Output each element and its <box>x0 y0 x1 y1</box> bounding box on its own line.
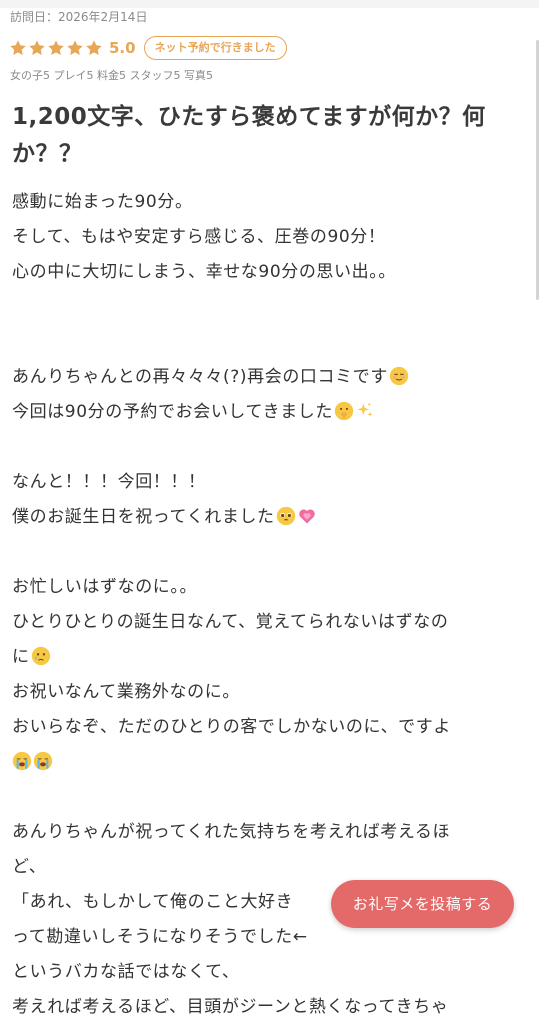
body-line: 考えれば考えるほど、目頭がジーンと熱くなってきちゃ <box>12 997 449 1017</box>
body-line: 今回は90分の予約でお会いしてきました <box>12 395 527 430</box>
star-icon <box>28 39 46 57</box>
body-line: お忙しいはずなのに。。 <box>12 577 198 597</box>
body-text: 今回は90分の予約でお会いしてきました <box>12 402 334 422</box>
body-line: 心の中に大切にしまう、幸せな90分の思い出。。 <box>12 262 396 282</box>
loudly-crying-face-icon <box>12 751 32 771</box>
sub-scores: 女の子5 プレイ5 料金5 スタッフ5 写真5 <box>10 69 213 82</box>
sparkles-icon <box>357 402 373 417</box>
star-icon <box>47 39 65 57</box>
body-line: なんと！！！今回！！！ <box>12 472 206 492</box>
post-thank-you-photo-button[interactable]: お礼写メを投稿する <box>331 880 514 928</box>
body-line: お祝いなんて業務外なのに。 <box>12 682 240 702</box>
body-text: 僕のお誕生日を祝ってくれました <box>12 507 275 527</box>
review-title: 1,200文字、ひたすら褒めてますが何か？何か？？ <box>12 104 486 167</box>
body-line <box>12 745 527 780</box>
loudly-crying-face-icon <box>33 751 53 771</box>
body-line: そして、もはや安定すら感じる、圧巻の90分！ <box>12 227 386 247</box>
shushing-face-icon <box>334 401 354 421</box>
relieved-face-icon <box>389 366 409 386</box>
face-holding-back-tears-icon <box>31 646 50 666</box>
body-line: というバカな話ではなくて、 <box>12 962 240 982</box>
body-line: おいらなぞ、ただのひとりの客でしかないのに、ですよ <box>12 717 451 737</box>
growing-heart-icon <box>298 509 315 524</box>
net-reservation-badge: ネット予約で行きました <box>143 36 287 60</box>
rating-row: 5.0 ネット予約で行きました <box>9 35 287 61</box>
top-bar <box>0 0 539 8</box>
body-line: に <box>12 640 527 675</box>
body-line: あんりちゃんが祝ってくれた気持ちを考えれば考えるほ <box>12 822 451 842</box>
body-line: ひとりひとりの誕生日なんて、覚えてられないはずなの <box>12 612 449 632</box>
body-line: 感動に始まった90分。 <box>12 192 193 212</box>
body-text: に <box>12 647 30 667</box>
body-line: 僕のお誕生日を祝ってくれました <box>12 500 527 535</box>
star-icon <box>66 39 84 57</box>
pleading-face-icon <box>276 506 295 526</box>
body-text: あんりちゃんとの再々々々(?)再会の口コミです <box>12 367 388 387</box>
body-line: あんりちゃんとの再々々々(?)再会の口コミです <box>12 360 527 395</box>
star-icon <box>9 39 27 57</box>
star-icon <box>85 39 103 57</box>
visit-date: 訪問日：2026年2月14日 <box>10 10 148 24</box>
rating-score: 5.0 <box>109 39 136 57</box>
